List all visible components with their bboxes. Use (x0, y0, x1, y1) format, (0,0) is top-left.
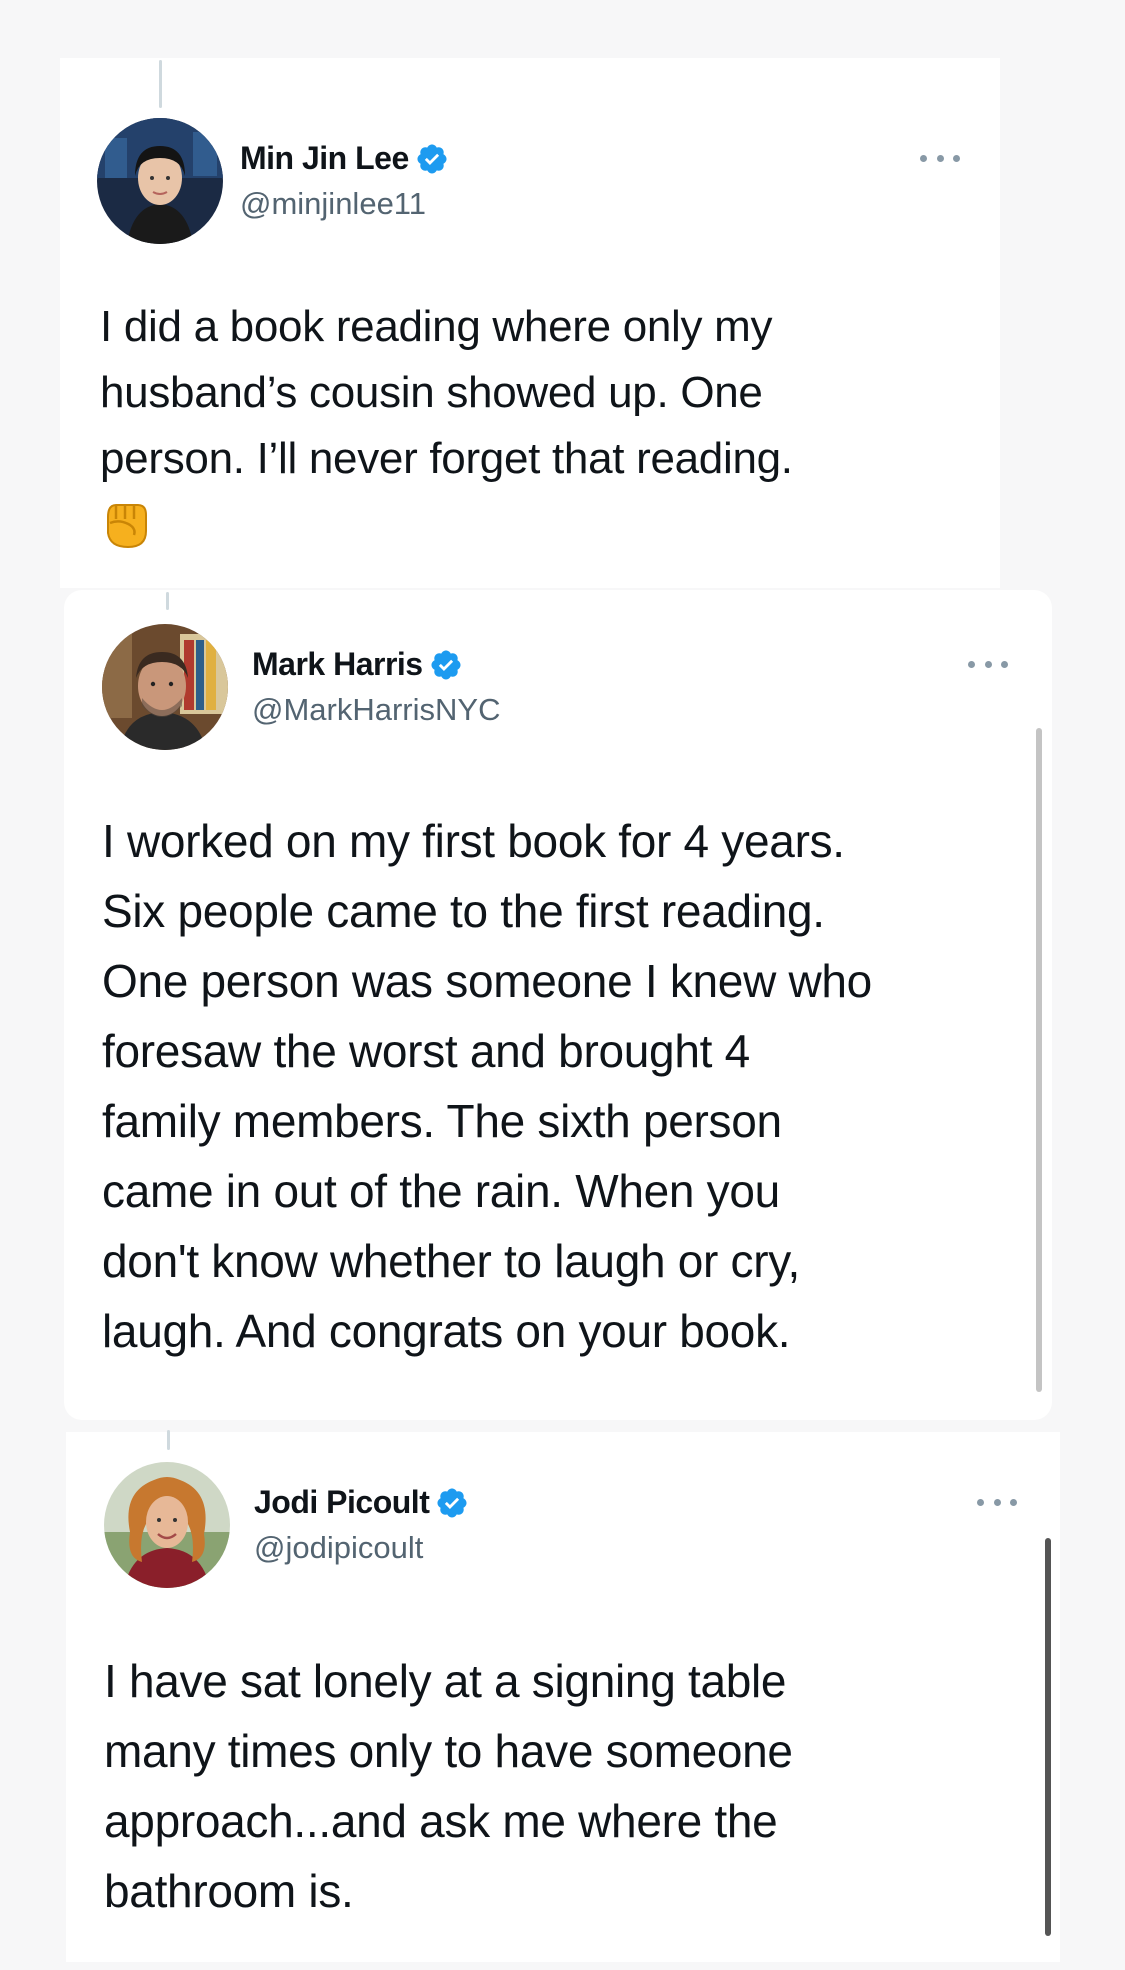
avatar-mark-harris-image (102, 624, 228, 750)
tweet-text: I did a book reading where only my husba… (100, 302, 793, 483)
avatar[interactable] (97, 118, 223, 244)
verified-badge-icon (437, 1487, 467, 1518)
verified-badge-icon (431, 649, 461, 680)
more-options-icon[interactable] (977, 1494, 1017, 1510)
thread-connector-line (167, 1430, 170, 1450)
author-name-row[interactable]: Min Jin Lee (240, 140, 449, 177)
tweet-thread: Min Jin Lee @minjinlee11 I did a book re… (0, 0, 1125, 1970)
thread-connector-line (159, 60, 162, 108)
thread-connector-line (166, 592, 169, 610)
avatar-jodi-picoult-image (104, 1462, 230, 1588)
scrollbar[interactable] (1036, 728, 1042, 1392)
author-name-row[interactable]: Jodi Picoult (254, 1484, 469, 1521)
author-name-row[interactable]: Mark Harris (252, 646, 463, 683)
author-name[interactable]: Jodi Picoult (254, 1484, 430, 1521)
avatar[interactable] (102, 624, 228, 750)
avatar[interactable] (104, 1462, 230, 1588)
author-handle[interactable]: @MarkHarrisNYC (252, 692, 500, 728)
tweet-text: I worked on my first book for 4 years. S… (102, 815, 872, 1357)
raised-fist-emoji-icon (107, 504, 147, 549)
tweet-text: I have sat lonely at a signing table man… (104, 1655, 793, 1917)
more-options-icon[interactable] (920, 150, 960, 166)
author-handle[interactable]: @jodipicoult (254, 1530, 423, 1566)
scrollbar[interactable] (1045, 1538, 1051, 1936)
more-options-icon[interactable] (968, 656, 1008, 672)
verified-badge-icon (417, 143, 447, 174)
author-name[interactable]: Min Jin Lee (240, 140, 409, 177)
avatar-min-jin-lee-image (97, 118, 223, 244)
author-handle[interactable]: @minjinlee11 (240, 186, 426, 222)
author-name[interactable]: Mark Harris (252, 646, 423, 683)
